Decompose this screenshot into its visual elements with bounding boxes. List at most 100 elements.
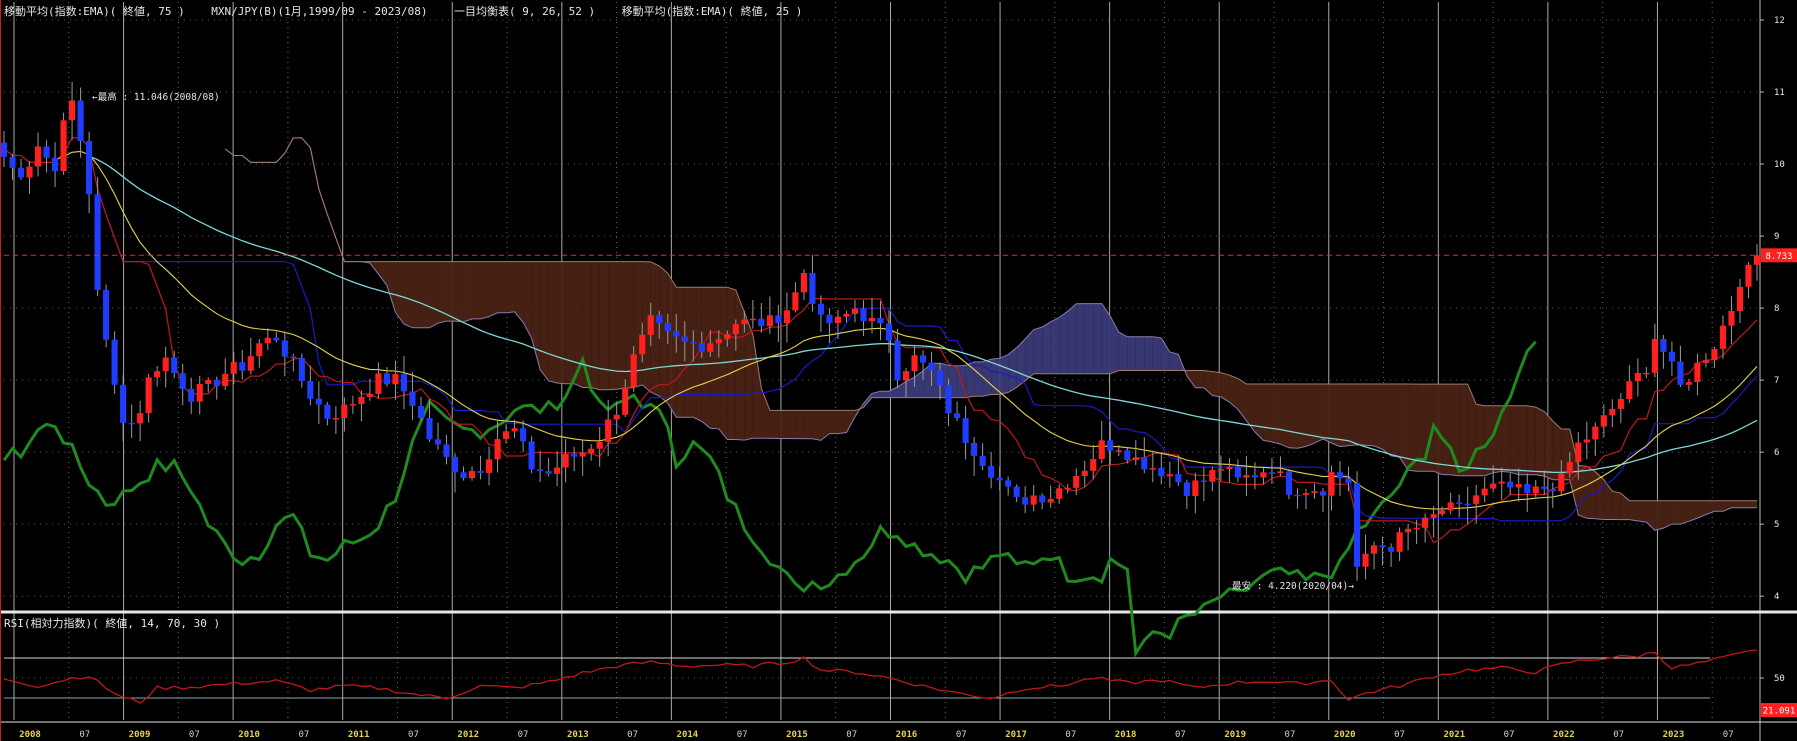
cloud-segment-bear	[480, 261, 490, 319]
candle-down	[43, 146, 50, 158]
candle-down	[1353, 482, 1361, 567]
cloud-segment-bear	[812, 410, 821, 441]
x-tick-label: 07	[1613, 730, 1624, 740]
candle-up	[1575, 442, 1582, 463]
candle-down	[1141, 457, 1148, 470]
cloud-segment-bear	[1305, 384, 1315, 447]
cloud-segment-bear	[1195, 370, 1204, 388]
candle-down	[1107, 440, 1114, 451]
candle-up	[1073, 476, 1080, 488]
candle-up	[1047, 498, 1054, 503]
candle-up	[1736, 286, 1744, 312]
candle-down	[826, 314, 833, 324]
candle-up	[715, 339, 722, 344]
cloud-segment-bear	[676, 287, 685, 418]
cloud-segment-bear	[1535, 407, 1545, 477]
candle-down	[1388, 547, 1395, 552]
candle-up	[392, 374, 399, 385]
candle-down	[324, 404, 331, 419]
cloud-segment-bull	[1093, 303, 1102, 374]
candle-up	[1064, 487, 1071, 490]
candle-up	[196, 383, 203, 402]
last-rsi-label: 21.091	[1763, 707, 1796, 717]
candle-up	[358, 396, 365, 405]
x-tick-label: 07	[956, 730, 967, 740]
candle-down	[0, 142, 8, 157]
candle-down	[1158, 468, 1165, 477]
candle-up	[579, 453, 586, 457]
cloud-segment-bear	[1348, 384, 1358, 446]
candle-down	[928, 362, 935, 371]
candle-up	[137, 413, 144, 424]
candle-up	[1056, 488, 1063, 499]
candle-up	[851, 308, 859, 314]
cloud-segment-bear	[769, 410, 779, 439]
candle-up	[554, 467, 561, 474]
candle-up	[162, 357, 169, 372]
candle-down	[1319, 491, 1327, 496]
cloud-segment-bull	[1067, 303, 1077, 374]
candle-up	[783, 310, 790, 324]
price-tick-label: 4	[1774, 592, 1779, 602]
candle-down	[996, 477, 1003, 481]
candle-up	[1651, 338, 1658, 373]
candle-down	[273, 337, 280, 341]
candle-down	[988, 465, 995, 478]
candle-up	[902, 371, 910, 381]
cloud-segment-bear	[659, 265, 668, 404]
cloud-segment-bear	[1578, 465, 1587, 519]
candle-up	[1711, 348, 1718, 361]
candle-down	[937, 370, 944, 386]
candle-down	[1541, 486, 1548, 490]
candle-down	[1268, 472, 1276, 474]
candle-up	[1481, 488, 1488, 496]
candle-down	[545, 471, 552, 474]
candle-down	[528, 441, 535, 470]
cloud-segment-bull	[1135, 336, 1145, 371]
cloud-segment-bear	[1748, 500, 1757, 508]
candle-up	[1634, 373, 1641, 382]
candle-down	[400, 374, 408, 392]
cloud-segment-bull	[1059, 311, 1068, 374]
x-tick-label: 2013	[567, 730, 589, 740]
candle-down	[1251, 475, 1258, 478]
candle-up	[1362, 553, 1369, 567]
x-tick-label: 2011	[348, 730, 370, 740]
x-tick-label: 07	[1723, 730, 1734, 740]
candle-up	[800, 273, 807, 293]
x-tick-label: 07	[298, 730, 309, 740]
candle-up	[843, 313, 850, 317]
x-tick-label: 07	[1504, 730, 1515, 740]
ema25-label: 移動平均(指数:EMA)( 終値, 25 )	[621, 5, 803, 18]
price-tick-label: 12	[1774, 16, 1785, 26]
cloud-segment-bear	[1714, 500, 1723, 512]
cloud-segment-bear	[591, 261, 600, 390]
candle-up	[1192, 480, 1199, 496]
candle-up	[1422, 517, 1429, 528]
cloud-segment-bear	[1212, 371, 1221, 397]
candle-down	[213, 379, 220, 387]
candle-up	[1166, 474, 1173, 477]
cloud-segment-bear	[1365, 384, 1375, 446]
candle-up	[1702, 360, 1710, 363]
x-tick-label: 2018	[1115, 730, 1137, 740]
candle-down	[537, 469, 544, 472]
low-annotation: 最安 : 4.220(2020/04)→	[1232, 580, 1354, 592]
candle-down	[809, 273, 816, 304]
candle-down	[1456, 502, 1463, 504]
candle-down	[417, 405, 425, 419]
candle-down	[971, 442, 978, 456]
cloud-segment-bull	[1076, 303, 1085, 374]
candle-up	[1098, 440, 1105, 459]
cloud-segment-bear	[1374, 384, 1383, 450]
cloud-segment-bear	[795, 410, 804, 439]
cloud-segment-bear	[1680, 500, 1689, 525]
candle-down	[1294, 494, 1301, 497]
candle-up	[630, 354, 637, 388]
candle-down	[17, 167, 25, 178]
candle-up	[1626, 381, 1633, 400]
cloud-segment-bear	[446, 261, 456, 322]
cloud-segment-bear	[1254, 384, 1264, 441]
cloud-segment-bear	[1382, 384, 1392, 456]
candle-up	[1311, 491, 1318, 494]
